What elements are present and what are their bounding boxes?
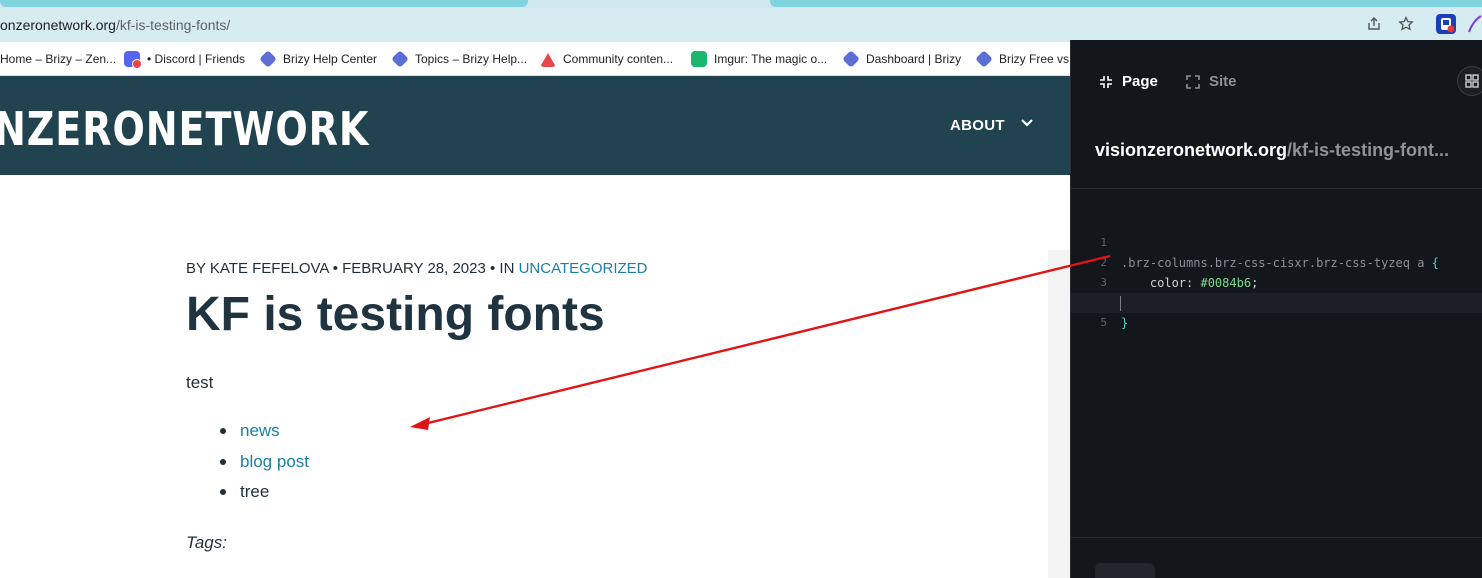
post-tags: Tags:	[186, 533, 227, 552]
site-logo[interactable]: NZERONETWORK	[0, 102, 369, 156]
brizy-icon	[391, 50, 409, 68]
address-bar[interactable]: onzeronetwork.org/kf-is-testing-fonts/	[0, 8, 1482, 42]
extension-icon[interactable]	[1436, 14, 1456, 34]
tab-strip	[0, 0, 1482, 8]
bookmark-label: Brizy Help Center	[283, 52, 378, 66]
bookmark-label: Dashboard | Brizy	[866, 52, 962, 66]
bookmark-item[interactable]: Brizy Help Center	[259, 50, 378, 68]
bookmark-label: Topics – Brizy Help...	[415, 52, 528, 66]
bookmark-item[interactable]: Imgur: The magic o...	[691, 50, 827, 68]
share-icon[interactable]	[1365, 16, 1383, 34]
bookmark-label: Home – Brizy – Zen...	[0, 52, 117, 66]
tab-site-label: Site	[1209, 73, 1237, 90]
list-text: tree	[240, 482, 270, 501]
css-editor-panel: Page Site visionzeronetwork.org/kf-is-te…	[1070, 40, 1482, 578]
bookmark-label: Brizy Free vs.	[999, 52, 1073, 66]
divider	[1071, 537, 1482, 538]
bookmark-item[interactable]: Brizy Free vs.	[975, 50, 1073, 68]
code-line[interactable]: 2 color: #0084b6;	[1071, 233, 1482, 290]
tab-page[interactable]: Page	[1099, 73, 1158, 90]
panel-url-path: /kf-is-testing-font...	[1287, 140, 1450, 160]
bookmark-item[interactable]: Community conten...	[540, 50, 673, 68]
panel-tabs: Page Site	[1071, 40, 1482, 124]
url-text[interactable]: onzeronetwork.org/kf-is-testing-fonts/	[0, 17, 230, 33]
line-number: 5	[1100, 316, 1107, 329]
chevron-down-icon[interactable]	[1020, 116, 1034, 130]
code-line[interactable]: 3 text-decoration: none;	[1071, 253, 1482, 310]
collapse-icon	[1100, 75, 1112, 88]
list-item[interactable]: news	[220, 420, 309, 451]
code-line[interactable]: 4 }	[1071, 273, 1482, 330]
post-meta-text: BY KATE FEFELOVA • FEBRUARY 28, 2023 • I…	[186, 260, 515, 277]
list-item: tree	[220, 481, 309, 512]
post-list: news blog post tree	[220, 420, 309, 512]
list-link[interactable]: blog post	[240, 452, 309, 471]
sidebar-strip	[1048, 250, 1070, 578]
imgur-icon	[691, 51, 707, 67]
browser-tab[interactable]	[0, 0, 528, 7]
url-domain: onzeronetwork.org	[0, 17, 116, 33]
code-editor[interactable]: 1 .brz-columns.brz-css-cisxr.brz-css-tyz…	[1071, 213, 1482, 330]
feather-icon[interactable]	[1466, 14, 1482, 34]
list-item[interactable]: blog post	[220, 451, 309, 482]
panel-url: visionzeronetwork.org/kf-is-testing-font…	[1095, 140, 1482, 161]
code-line[interactable]: 1 .brz-columns.brz-css-cisxr.brz-css-tyz…	[1071, 213, 1482, 270]
expand-icon	[1186, 74, 1200, 89]
post-paragraph: test	[186, 373, 214, 392]
panel-footer-button[interactable]	[1095, 563, 1155, 578]
bookmark-item[interactable]: Topics – Brizy Help...	[391, 50, 528, 68]
post-title: KF is testing fonts	[186, 288, 605, 341]
bookmark-label: Community conten...	[563, 52, 674, 66]
brizy-icon	[842, 50, 860, 68]
brizy-icon	[975, 50, 993, 68]
panel-url-domain: visionzeronetwork.org	[1095, 140, 1288, 160]
list-link[interactable]: news	[240, 421, 280, 440]
grid-button[interactable]	[1457, 66, 1482, 96]
tab-site[interactable]: Site	[1186, 73, 1237, 90]
discord-icon	[124, 51, 142, 69]
bookmark-item[interactable]: Dashboard | Brizy	[842, 50, 962, 68]
community-icon	[540, 51, 556, 67]
bookmark-item[interactable]: • Discord | Friends	[124, 50, 246, 69]
nav-about[interactable]: ABOUT	[950, 117, 1005, 134]
post-meta: BY KATE FEFELOVA • FEBRUARY 28, 2023 • I…	[186, 260, 648, 277]
site-header: NZERONETWORK ABOUT	[0, 76, 1070, 175]
divider	[1071, 188, 1482, 189]
screenshot-root: onzeronetwork.org/kf-is-testing-fonts/ H…	[0, 0, 1482, 578]
code-line-active[interactable]: 5	[1071, 293, 1482, 329]
bookmark-label: • Discord | Friends	[147, 52, 246, 66]
text-cursor	[1120, 296, 1121, 311]
tab-page-label: Page	[1122, 73, 1158, 90]
grid-icon	[1465, 74, 1479, 88]
bookmark-label: Imgur: The magic o...	[714, 52, 828, 66]
category-link[interactable]: UNCATEGORIZED	[519, 260, 648, 277]
bookmark-item[interactable]: Home – Brizy – Zen...	[0, 50, 116, 68]
browser-tab[interactable]	[770, 0, 1482, 7]
brizy-icon	[259, 50, 277, 68]
url-path: /kf-is-testing-fonts/	[115, 17, 231, 33]
arrow-head	[410, 417, 430, 430]
star-icon[interactable]	[1397, 15, 1415, 34]
